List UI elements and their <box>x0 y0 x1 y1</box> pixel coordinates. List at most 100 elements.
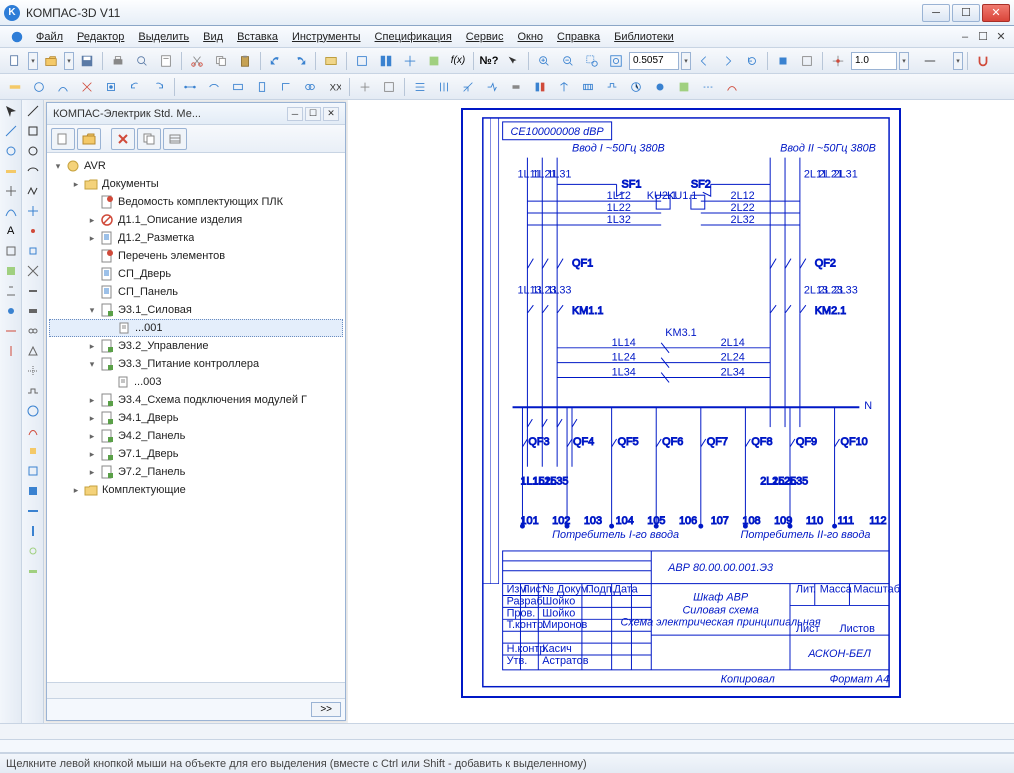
tree-twisty[interactable]: ▸ <box>69 483 83 497</box>
btn-x1[interactable] <box>772 50 794 72</box>
tree-item[interactable]: ▸Э7.2_Панель <box>49 463 343 481</box>
menu-window[interactable]: Окно <box>511 29 549 45</box>
tree-item[interactable]: ▾Э3.3_Питание контроллера <box>49 355 343 373</box>
project-tree[interactable]: ▾AVR▸ДокументыВедомость комплектующих ПЛ… <box>47 153 345 682</box>
tree-item[interactable]: ▸Э3.2_Управление <box>49 337 343 355</box>
print-button[interactable] <box>107 50 129 72</box>
tree-twisty[interactable]: ▾ <box>85 357 99 371</box>
tree-item[interactable]: ▾Э3.1_Силовая <box>49 301 343 319</box>
tree-item[interactable]: ▸Документы <box>49 175 343 193</box>
canvas-hscroll[interactable] <box>0 723 1014 739</box>
tree-twisty[interactable] <box>85 249 99 263</box>
lt2-15[interactable] <box>24 382 42 400</box>
tree-twisty[interactable]: ▸ <box>69 177 83 191</box>
zoom-out-button[interactable] <box>557 50 579 72</box>
tb2-03[interactable] <box>52 76 74 98</box>
tb2-26[interactable] <box>625 76 647 98</box>
tree-item[interactable]: СП_Панель <box>49 283 343 301</box>
lt2-13[interactable] <box>24 342 42 360</box>
menu-view[interactable]: Вид <box>197 29 229 45</box>
scale-value[interactable]: 1.0 <box>851 52 897 70</box>
lt1-01[interactable] <box>2 102 20 120</box>
menu-spec[interactable]: Спецификация <box>369 29 458 45</box>
pan-right-button[interactable] <box>717 50 739 72</box>
arrow-button[interactable] <box>502 50 524 72</box>
copy-button[interactable] <box>210 50 232 72</box>
tree-item[interactable]: ...001 <box>49 319 343 337</box>
tb2-12[interactable] <box>275 76 297 98</box>
close-button[interactable]: ✕ <box>982 4 1010 22</box>
lt2-19[interactable] <box>24 462 42 480</box>
lt1-07[interactable]: A <box>2 222 20 240</box>
tree-twisty[interactable]: ▸ <box>85 213 99 227</box>
menu-libs[interactable]: Библиотеки <box>608 29 680 45</box>
pan-left-button[interactable] <box>693 50 715 72</box>
tb2-18[interactable] <box>433 76 455 98</box>
lt2-14[interactable] <box>24 362 42 380</box>
new-button[interactable] <box>4 50 26 72</box>
panel-max[interactable]: ☐ <box>305 107 321 121</box>
new-dropdown[interactable]: ▾ <box>28 52 38 70</box>
tree-item[interactable]: ▸Э4.1_Дверь <box>49 409 343 427</box>
tb2-30[interactable] <box>721 76 743 98</box>
tree-item[interactable]: ▸Э4.2_Панель <box>49 427 343 445</box>
ptb-del[interactable] <box>111 128 135 150</box>
redo-button[interactable] <box>289 50 311 72</box>
tree-twisty[interactable]: ▸ <box>85 339 99 353</box>
tb2-06[interactable] <box>124 76 146 98</box>
ptb-open[interactable] <box>77 128 101 150</box>
tree-root-label[interactable]: AVR <box>84 160 106 172</box>
lt2-06[interactable] <box>24 202 42 220</box>
menu-insert[interactable]: Вставка <box>231 29 284 45</box>
zoom-window-button[interactable] <box>581 50 603 72</box>
menu-file[interactable]: Файл <box>30 29 69 45</box>
lt2-12[interactable] <box>24 322 42 340</box>
tb2-05[interactable] <box>100 76 122 98</box>
tb2-16[interactable] <box>378 76 400 98</box>
zoom-value[interactable]: 0.5057 <box>629 52 679 70</box>
lt2-07[interactable] <box>24 222 42 240</box>
tb2-08[interactable] <box>179 76 201 98</box>
open-dropdown[interactable]: ▾ <box>64 52 74 70</box>
style-combo[interactable] <box>911 50 951 72</box>
tb2-07[interactable] <box>148 76 170 98</box>
lt1-03[interactable] <box>2 142 20 160</box>
help-button[interactable]: №? <box>478 50 500 72</box>
zoom-fit-button[interactable] <box>605 50 627 72</box>
magnet-button[interactable] <box>972 50 994 72</box>
btn-c[interactable] <box>399 50 421 72</box>
style-dropdown[interactable]: ▾ <box>953 52 963 70</box>
tb2-13[interactable] <box>299 76 321 98</box>
tree-item[interactable]: СП_Дверь <box>49 265 343 283</box>
lt2-10[interactable] <box>24 282 42 300</box>
lt1-12[interactable] <box>2 322 20 340</box>
tree-twisty[interactable] <box>85 195 99 209</box>
tb2-20[interactable] <box>481 76 503 98</box>
app-menu-icon[interactable] <box>6 26 28 48</box>
mdi-close[interactable]: ✕ <box>994 30 1008 44</box>
tb2-19[interactable] <box>457 76 479 98</box>
tb2-14[interactable]: XX <box>323 76 345 98</box>
tree-twisty[interactable]: ▸ <box>85 411 99 425</box>
tb2-21[interactable] <box>505 76 527 98</box>
ptb-new[interactable] <box>51 128 75 150</box>
open-button[interactable] <box>40 50 62 72</box>
preview-button[interactable] <box>131 50 153 72</box>
tb2-27[interactable] <box>649 76 671 98</box>
tree-item[interactable]: ▸Д1.2_Разметка <box>49 229 343 247</box>
tree-twisty[interactable]: ▾ <box>85 303 99 317</box>
zoom-dropdown[interactable]: ▾ <box>681 52 691 70</box>
lt2-05[interactable] <box>24 182 42 200</box>
tree-twisty[interactable]: ▸ <box>85 231 99 245</box>
btn-x2[interactable] <box>796 50 818 72</box>
save-button[interactable] <box>76 50 98 72</box>
lt1-08[interactable] <box>2 242 20 260</box>
lt1-02[interactable] <box>2 122 20 140</box>
menu-select[interactable]: Выделить <box>132 29 195 45</box>
menu-tools[interactable]: Инструменты <box>286 29 367 45</box>
ptb-prop[interactable] <box>163 128 187 150</box>
lt2-02[interactable] <box>24 122 42 140</box>
tb2-09[interactable] <box>203 76 225 98</box>
btn-d[interactable] <box>423 50 445 72</box>
spec-button[interactable] <box>155 50 177 72</box>
